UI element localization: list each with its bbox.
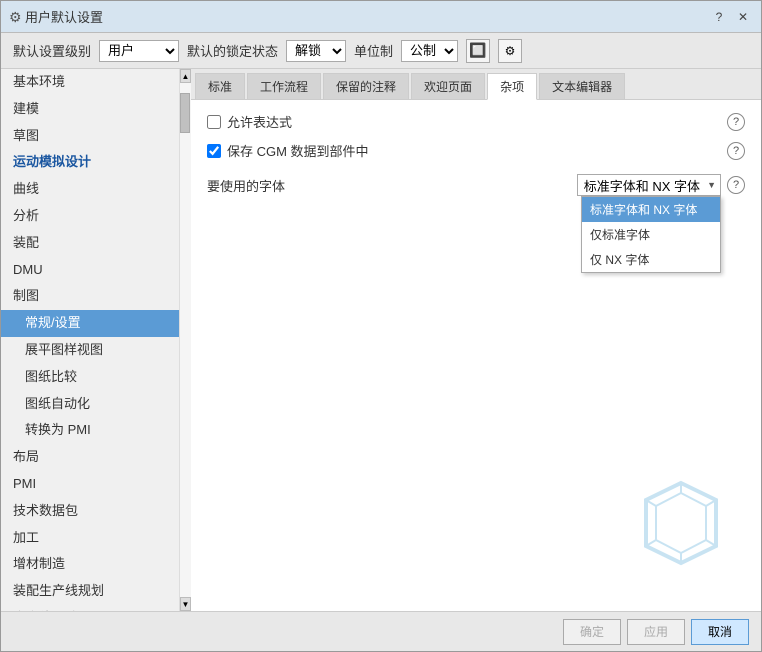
tab-standard[interactable]: 标准 xyxy=(195,73,245,99)
allow-expression-checkbox-row: 允许表达式 xyxy=(207,112,292,131)
lock-label: 默认的锁定状态 xyxy=(187,41,278,60)
sidebar-item-curve[interactable]: 曲线 xyxy=(1,176,179,203)
allow-expression-help[interactable]: ? xyxy=(727,113,745,131)
sidebar-item-flatten-view[interactable]: 展平图样视图 xyxy=(1,337,179,364)
toolbar-icon-btn1[interactable]: 🔲 xyxy=(466,39,490,63)
sidebar-item-assembly[interactable]: 装配 xyxy=(1,230,179,257)
font-select-button[interactable]: 标准字体和 NX 字体 xyxy=(577,174,721,196)
main-area: 基本环境 建模 草图 运动模拟设计 曲线 分析 装配 DMU 制图 常规/设置 … xyxy=(1,69,761,611)
level-label: 默认设置级别 xyxy=(13,41,91,60)
sidebar-item-convert-pmi[interactable]: 转换为 PMI xyxy=(1,417,179,444)
sidebar-item-dmu[interactable]: DMU xyxy=(1,257,179,284)
tab-saved-annotations[interactable]: 保留的注释 xyxy=(323,73,409,99)
sidebar-scrollbar: ▲ ▼ xyxy=(179,69,191,611)
titlebar-buttons: ? ✕ xyxy=(709,7,753,27)
allow-expression-row: 允许表达式 ? xyxy=(207,112,745,131)
sidebar-item-additive[interactable]: 增材制造 xyxy=(1,551,179,578)
titlebar-gear-icon: ⚙ xyxy=(9,9,25,25)
hex-logo-svg xyxy=(641,478,721,568)
allow-expression-label: 允许表达式 xyxy=(227,112,292,131)
sidebar-item-drawing-compare[interactable]: 图纸比较 xyxy=(1,364,179,391)
scrollbar-track xyxy=(180,83,191,597)
toolbar-settings-btn[interactable]: ⚙ xyxy=(498,39,522,63)
tab-text-editor[interactable]: 文本编辑器 xyxy=(539,73,625,99)
scrollbar-down[interactable]: ▼ xyxy=(180,597,191,611)
titlebar: ⚙ 用户默认设置 ? ✕ xyxy=(1,1,761,33)
level-select[interactable]: 用户 xyxy=(99,40,179,62)
sidebar-item-basic-env[interactable]: 基本环境 xyxy=(1,69,179,96)
main-window: ⚙ 用户默认设置 ? ✕ 默认设置级别 用户 默认的锁定状态 解锁 单位制 公制… xyxy=(0,0,762,652)
sidebar-item-analysis[interactable]: 分析 xyxy=(1,203,179,230)
save-cgm-checkbox-row: 保存 CGM 数据到部件中 xyxy=(207,141,369,160)
tab-content: 允许表达式 ? 保存 CGM 数据到部件中 ? 要使用的字体 xyxy=(191,100,761,611)
toolbar: 默认设置级别 用户 默认的锁定状态 解锁 单位制 公制 🔲 ⚙ xyxy=(1,33,761,69)
footer: 确定 应用 取消 xyxy=(1,611,761,651)
sidebar-item-tech-data[interactable]: 技术数据包 xyxy=(1,498,179,525)
font-option-nx-only[interactable]: 仅 NX 字体 xyxy=(582,247,720,272)
sidebar-item-drafting[interactable]: 制图 xyxy=(1,283,179,310)
font-row: 要使用的字体 标准字体和 NX 字体 ? 标准字体和 NX 字体 仅标准字体 仅… xyxy=(207,174,745,196)
font-selected-value: 标准字体和 NX 字体 xyxy=(584,176,700,195)
tabs-bar: 标准 工作流程 保留的注释 欢迎页面 杂项 文本编辑器 xyxy=(191,69,761,100)
sidebar-item-modeling[interactable]: 建模 xyxy=(1,96,179,123)
sidebar-item-general-settings[interactable]: 常规/设置 xyxy=(1,310,179,337)
font-help[interactable]: ? xyxy=(727,176,745,194)
sidebar-item-drawing-auto[interactable]: 图纸自动化 xyxy=(1,391,179,418)
sidebar-item-layout[interactable]: 布局 xyxy=(1,444,179,471)
apply-button[interactable]: 应用 xyxy=(627,619,685,645)
watermark-logo xyxy=(641,478,721,571)
save-cgm-checkbox[interactable] xyxy=(207,144,221,158)
font-option-standard-nx[interactable]: 标准字体和 NX 字体 xyxy=(582,197,720,222)
tab-welcome[interactable]: 欢迎页面 xyxy=(411,73,485,99)
sidebar-item-motion-sim[interactable]: 运动模拟设计 xyxy=(1,149,179,176)
font-dropdown-wrapper: 标准字体和 NX 字体 ? 标准字体和 NX 字体 仅标准字体 仅 NX 字体 xyxy=(577,174,745,196)
font-label: 要使用的字体 xyxy=(207,176,287,195)
save-cgm-row: 保存 CGM 数据到部件中 ? xyxy=(207,141,745,160)
sidebar: 基本环境 建模 草图 运动模拟设计 曲线 分析 装配 DMU 制图 常规/设置 … xyxy=(1,69,179,611)
tab-workflow[interactable]: 工作流程 xyxy=(247,73,321,99)
save-cgm-help[interactable]: ? xyxy=(727,142,745,160)
sidebar-item-assembly-line[interactable]: 装配生产线规划 xyxy=(1,578,179,605)
sidebar-item-pmi[interactable]: PMI xyxy=(1,471,179,498)
font-option-standard-only[interactable]: 仅标准字体 xyxy=(582,222,720,247)
tab-misc[interactable]: 杂项 xyxy=(487,73,537,100)
scrollbar-up[interactable]: ▲ xyxy=(180,69,191,83)
sidebar-scroll: 基本环境 建模 草图 运动模拟设计 曲线 分析 装配 DMU 制图 常规/设置 … xyxy=(1,69,179,611)
close-button[interactable]: ✕ xyxy=(733,7,753,27)
sidebar-item-sketch[interactable]: 草图 xyxy=(1,123,179,150)
unit-label: 单位制 xyxy=(354,41,393,60)
titlebar-title: 用户默认设置 xyxy=(25,7,709,26)
cancel-button[interactable]: 取消 xyxy=(691,619,749,645)
sidebar-item-machining[interactable]: 加工 xyxy=(1,525,179,552)
ok-button[interactable]: 确定 xyxy=(563,619,621,645)
scrollbar-thumb[interactable] xyxy=(180,93,190,133)
right-panel: 标准 工作流程 保留的注释 欢迎页面 杂项 文本编辑器 允许表达式 ? xyxy=(191,69,761,611)
font-dropdown-menu: 标准字体和 NX 字体 仅标准字体 仅 NX 字体 xyxy=(581,196,721,273)
allow-expression-checkbox[interactable] xyxy=(207,115,221,129)
help-button[interactable]: ? xyxy=(709,7,729,27)
save-cgm-label: 保存 CGM 数据到部件中 xyxy=(227,141,369,160)
unit-select[interactable]: 公制 xyxy=(401,40,458,62)
lock-select[interactable]: 解锁 xyxy=(286,40,346,62)
sidebar-wrapper: 基本环境 建模 草图 运动模拟设计 曲线 分析 装配 DMU 制图 常规/设置 … xyxy=(1,69,191,611)
